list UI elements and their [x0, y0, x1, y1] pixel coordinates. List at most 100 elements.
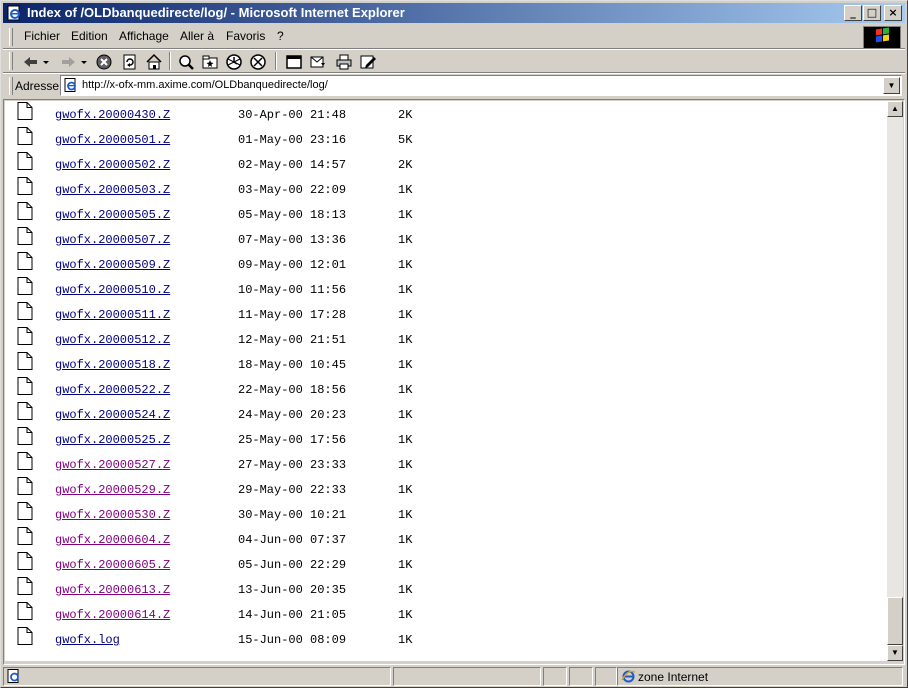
file-size: 1K	[398, 533, 413, 547]
forward-icon[interactable]	[59, 53, 89, 71]
file-icon[interactable]	[17, 477, 33, 499]
window-title: Index of /OLDbanquedirecte/log/ - Micros…	[27, 5, 405, 20]
file-link[interactable]: gwofx.20000522.Z	[39, 383, 170, 397]
minimize-button[interactable]: _	[844, 5, 862, 21]
favorites-icon[interactable]	[201, 53, 219, 71]
file-link[interactable]: gwofx.20000430.Z	[39, 108, 170, 122]
file-icon[interactable]	[17, 252, 33, 274]
file-icon[interactable]	[17, 227, 33, 249]
file-size: 1K	[398, 633, 413, 647]
file-link[interactable]: gwofx.20000511.Z	[39, 308, 170, 322]
file-icon[interactable]	[17, 177, 33, 199]
file-link[interactable]: gwofx.20000509.Z	[39, 258, 170, 272]
file-link[interactable]: gwofx.20000605.Z	[39, 558, 170, 572]
file-link[interactable]: gwofx.20000505.Z	[39, 208, 170, 222]
file-icon[interactable]	[17, 502, 33, 524]
file-date: 12-May-00 21:51	[238, 333, 347, 347]
file-icon[interactable]	[17, 327, 33, 349]
file-size: 1K	[398, 383, 413, 397]
file-icon[interactable]	[17, 102, 33, 124]
toolbar-separator-bottom	[3, 72, 905, 74]
file-link[interactable]: gwofx.log	[39, 633, 120, 647]
file-link[interactable]: gwofx.20000613.Z	[39, 583, 170, 597]
file-icon[interactable]	[17, 627, 33, 649]
file-link[interactable]: gwofx.20000530.Z	[39, 508, 170, 522]
search-icon[interactable]	[177, 53, 195, 71]
address-input[interactable]: http://x-ofx-mm.axime.com/OLDbanquedirec…	[60, 75, 902, 96]
vertical-scrollbar[interactable]: ▲ ▼	[887, 101, 903, 661]
file-size: 1K	[398, 308, 413, 322]
file-link[interactable]: gwofx.20000502.Z	[39, 158, 170, 172]
menu-favoris[interactable]: Favoris	[226, 29, 265, 43]
file-link[interactable]: gwofx.20000510.Z	[39, 283, 170, 297]
toolbar-separator-2	[275, 52, 277, 70]
status-zone-panel: zone Internet	[617, 667, 903, 686]
close-button[interactable]: ×	[884, 5, 902, 21]
address-grip[interactable]	[9, 77, 13, 95]
home-icon[interactable]	[145, 53, 163, 71]
file-link[interactable]: gwofx.20000529.Z	[39, 483, 170, 497]
fullscreen-icon[interactable]	[285, 53, 303, 71]
title-bar[interactable]: Index of /OLDbanquedirecte/log/ - Micros…	[3, 3, 905, 23]
file-size: 1K	[398, 508, 413, 522]
internet-zone-icon	[621, 670, 636, 683]
file-icon[interactable]	[17, 302, 33, 324]
file-size: 1K	[398, 183, 413, 197]
file-link[interactable]: gwofx.20000604.Z	[39, 533, 170, 547]
stop-icon[interactable]	[95, 53, 113, 71]
file-icon[interactable]	[17, 377, 33, 399]
file-size: 1K	[398, 583, 413, 597]
file-icon[interactable]	[17, 127, 33, 149]
file-link[interactable]: gwofx.20000518.Z	[39, 358, 170, 372]
file-link[interactable]: gwofx.20000524.Z	[39, 408, 170, 422]
edit-icon[interactable]	[359, 53, 377, 71]
menu-aller[interactable]: Aller à	[180, 29, 214, 43]
file-icon[interactable]	[17, 402, 33, 424]
channels-icon[interactable]	[249, 53, 267, 71]
file-size: 1K	[398, 608, 413, 622]
file-date: 27-May-00 23:33	[238, 458, 347, 472]
print-icon[interactable]	[335, 53, 353, 71]
file-icon[interactable]	[17, 427, 33, 449]
file-link[interactable]: gwofx.20000507.Z	[39, 233, 170, 247]
menu-fichier[interactable]: Fichier	[24, 29, 60, 43]
file-icon[interactable]	[17, 352, 33, 374]
file-size: 5K	[398, 133, 413, 147]
maximize-button[interactable]: □	[863, 5, 881, 21]
history-icon[interactable]	[225, 53, 243, 71]
file-icon[interactable]	[17, 527, 33, 549]
back-icon[interactable]	[21, 53, 51, 71]
file-link[interactable]: gwofx.20000512.Z	[39, 333, 170, 347]
file-icon[interactable]	[17, 577, 33, 599]
file-date: 01-May-00 23:16	[238, 133, 347, 147]
file-icon[interactable]	[17, 452, 33, 474]
scroll-thumb[interactable]	[887, 597, 903, 645]
toolbar-grip[interactable]	[9, 52, 13, 70]
file-size: 1K	[398, 283, 413, 297]
file-link[interactable]: gwofx.20000525.Z	[39, 433, 170, 447]
menu-grip[interactable]	[9, 28, 13, 46]
address-dropdown-button[interactable]: ▼	[883, 77, 900, 94]
file-icon[interactable]	[17, 602, 33, 624]
file-link[interactable]: gwofx.20000501.Z	[39, 133, 170, 147]
file-icon[interactable]	[17, 277, 33, 299]
scroll-down-button[interactable]: ▼	[887, 645, 903, 661]
refresh-icon[interactable]	[121, 53, 139, 71]
menu-affichage[interactable]: Affichage	[119, 29, 169, 43]
file-size: 1K	[398, 233, 413, 247]
file-icon[interactable]	[17, 152, 33, 174]
scroll-up-button[interactable]: ▲	[887, 101, 903, 117]
status-panel-5	[595, 667, 617, 686]
file-icon[interactable]	[17, 202, 33, 224]
menu-edition[interactable]: Edition	[71, 29, 108, 43]
file-icon[interactable]	[17, 552, 33, 574]
mail-icon[interactable]	[309, 53, 327, 71]
menu-help[interactable]: ?	[277, 29, 284, 43]
file-date: 29-May-00 22:33	[238, 483, 347, 497]
file-date: 03-May-00 22:09	[238, 183, 347, 197]
file-link[interactable]: gwofx.20000614.Z	[39, 608, 170, 622]
file-link[interactable]: gwofx.20000527.Z	[39, 458, 170, 472]
file-date: 04-Jun-00 07:37	[238, 533, 347, 547]
file-link[interactable]: gwofx.20000503.Z	[39, 183, 170, 197]
page-status-icon	[7, 669, 19, 683]
